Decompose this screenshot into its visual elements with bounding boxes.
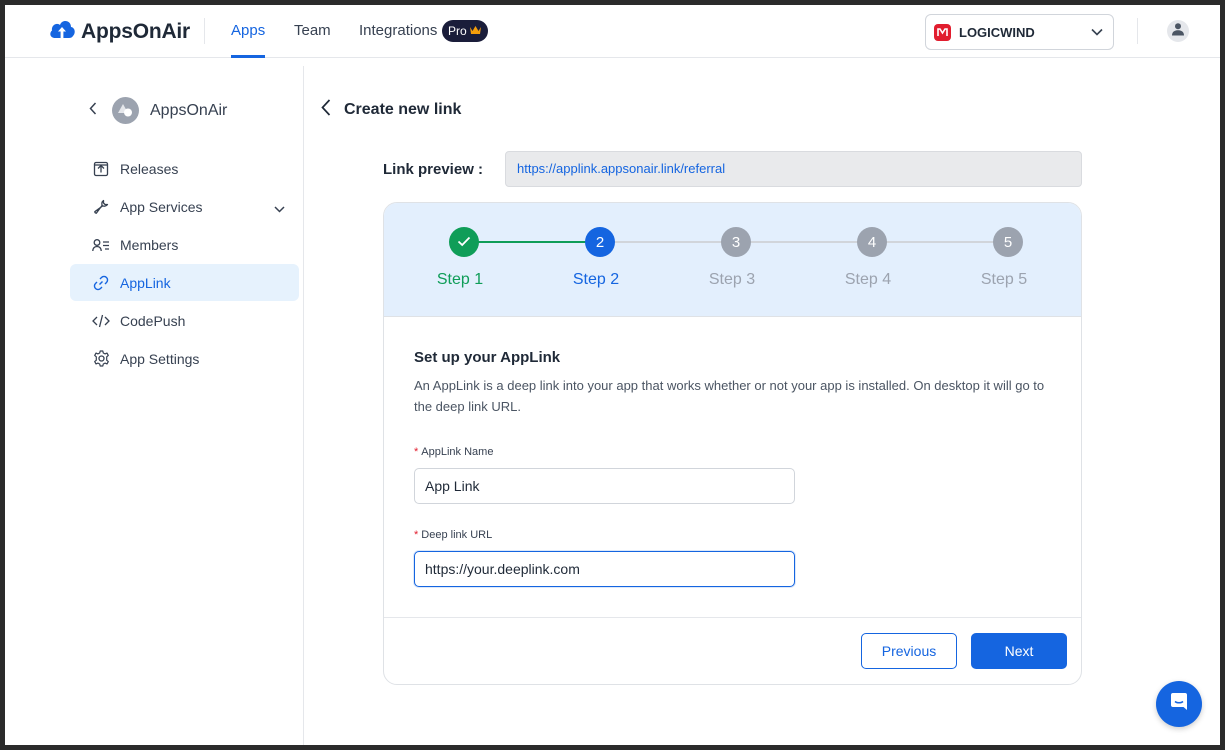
step-5-label: Step 5 [980,271,1028,288]
link-icon [92,274,110,292]
code-icon [92,312,110,330]
previous-button[interactable]: Previous [861,633,957,669]
header-divider [204,18,205,44]
pro-badge-label: Pro [448,24,467,38]
step-connector [600,241,736,243]
members-icon [92,236,110,254]
link-preview-value: https://applink.appsonair.link/referral [505,151,1082,187]
upload-box-icon [92,160,110,178]
next-button[interactable]: Next [971,633,1067,669]
applink-name-input[interactable] [414,468,795,504]
step-5-indicator: 5 [993,227,1023,257]
required-mark: * [414,446,419,458]
sidebar-item-label: Members [120,236,179,253]
deep-link-url-label-text: Deep link URL [421,529,493,541]
step-3-indicator: 3 [721,227,751,257]
step-connector [464,241,600,243]
section-title: Set up your AppLink [414,349,561,366]
sidebar-item-label: App Settings [120,350,200,367]
deep-link-url-label: * Deep link URL [414,529,492,541]
step-4-indicator: 4 [857,227,887,257]
header-divider [1137,18,1138,44]
sidebar-item-applink[interactable]: AppLink [70,264,299,301]
applink-name-label: * AppLink Name [414,446,493,458]
nav-active-indicator [231,55,265,58]
deep-link-url-input[interactable] [414,551,795,587]
step-2-indicator: 2 [585,227,615,257]
wrench-icon [92,198,110,216]
applink-name-label-text: AppLink Name [421,446,494,458]
user-icon [1171,22,1185,41]
sidebar-app-header: AppsOnAir [89,97,227,124]
step-1-label: Step 1 [436,271,484,288]
sidebar-item-label: AppLink [120,274,171,291]
step-connector [872,241,1008,243]
page-title: Create new link [344,101,462,118]
card-footer-divider [384,617,1081,618]
stepper: 2 3 4 5 Step 1 Step 2 Step 3 Step 4 Step… [384,203,1081,317]
step-2-label: Step 2 [572,271,620,288]
app-window: AppsOnAir Apps Team Integrations Pro LOG… [5,5,1220,745]
sidebar-item-label: CodePush [120,312,186,329]
organization-name: LOGICWIND [959,24,1035,40]
sidebar-item-app-services[interactable]: App Services [70,188,299,225]
sidebar: AppsOnAir Releases App Services Members [5,66,304,745]
step-connector [736,241,872,243]
step-3-label: Step 3 [708,271,756,288]
organization-selector[interactable]: LOGICWIND [925,14,1114,50]
sidebar-item-codepush[interactable]: CodePush [70,302,299,339]
page-header: Create new link [321,99,461,121]
crown-icon [469,24,482,38]
chevron-down-icon [1091,23,1103,41]
sidebar-item-releases[interactable]: Releases [70,150,299,187]
sidebar-app-name: AppsOnAir [150,101,228,119]
back-chevron-icon[interactable] [89,101,97,120]
user-avatar[interactable] [1167,20,1189,42]
back-arrow-icon[interactable] [321,99,331,121]
chat-support-button[interactable] [1156,681,1202,727]
top-navigation-bar: AppsOnAir Apps Team Integrations Pro LOG… [5,5,1220,58]
chat-bubble-icon [1168,691,1190,718]
sidebar-item-members[interactable]: Members [70,226,299,263]
wizard-card: 2 3 4 5 Step 1 Step 2 Step 3 Step 4 Step… [383,202,1082,685]
step-4-label: Step 4 [844,271,892,288]
section-description: An AppLink is a deep link into your app … [414,378,1045,414]
nav-team[interactable]: Team [294,22,331,39]
brand-logo[interactable]: AppsOnAir [48,18,190,45]
step-1-indicator [449,227,479,257]
pro-badge: Pro [442,20,488,42]
sidebar-item-label: App Services [120,198,203,215]
link-preview-label: Link preview : [383,161,484,178]
nav-integrations[interactable]: Integrations [359,22,437,39]
organization-logo [934,23,951,41]
chevron-down-icon [274,200,285,216]
cloud-upload-icon [48,18,76,45]
app-icon [112,97,139,124]
sidebar-item-label: Releases [120,160,179,177]
sidebar-item-app-settings[interactable]: App Settings [70,340,299,377]
check-icon [457,234,471,251]
required-mark: * [414,529,419,541]
brand-name: AppsOnAir [81,19,191,43]
gear-icon [92,350,110,368]
nav-apps[interactable]: Apps [231,22,265,39]
